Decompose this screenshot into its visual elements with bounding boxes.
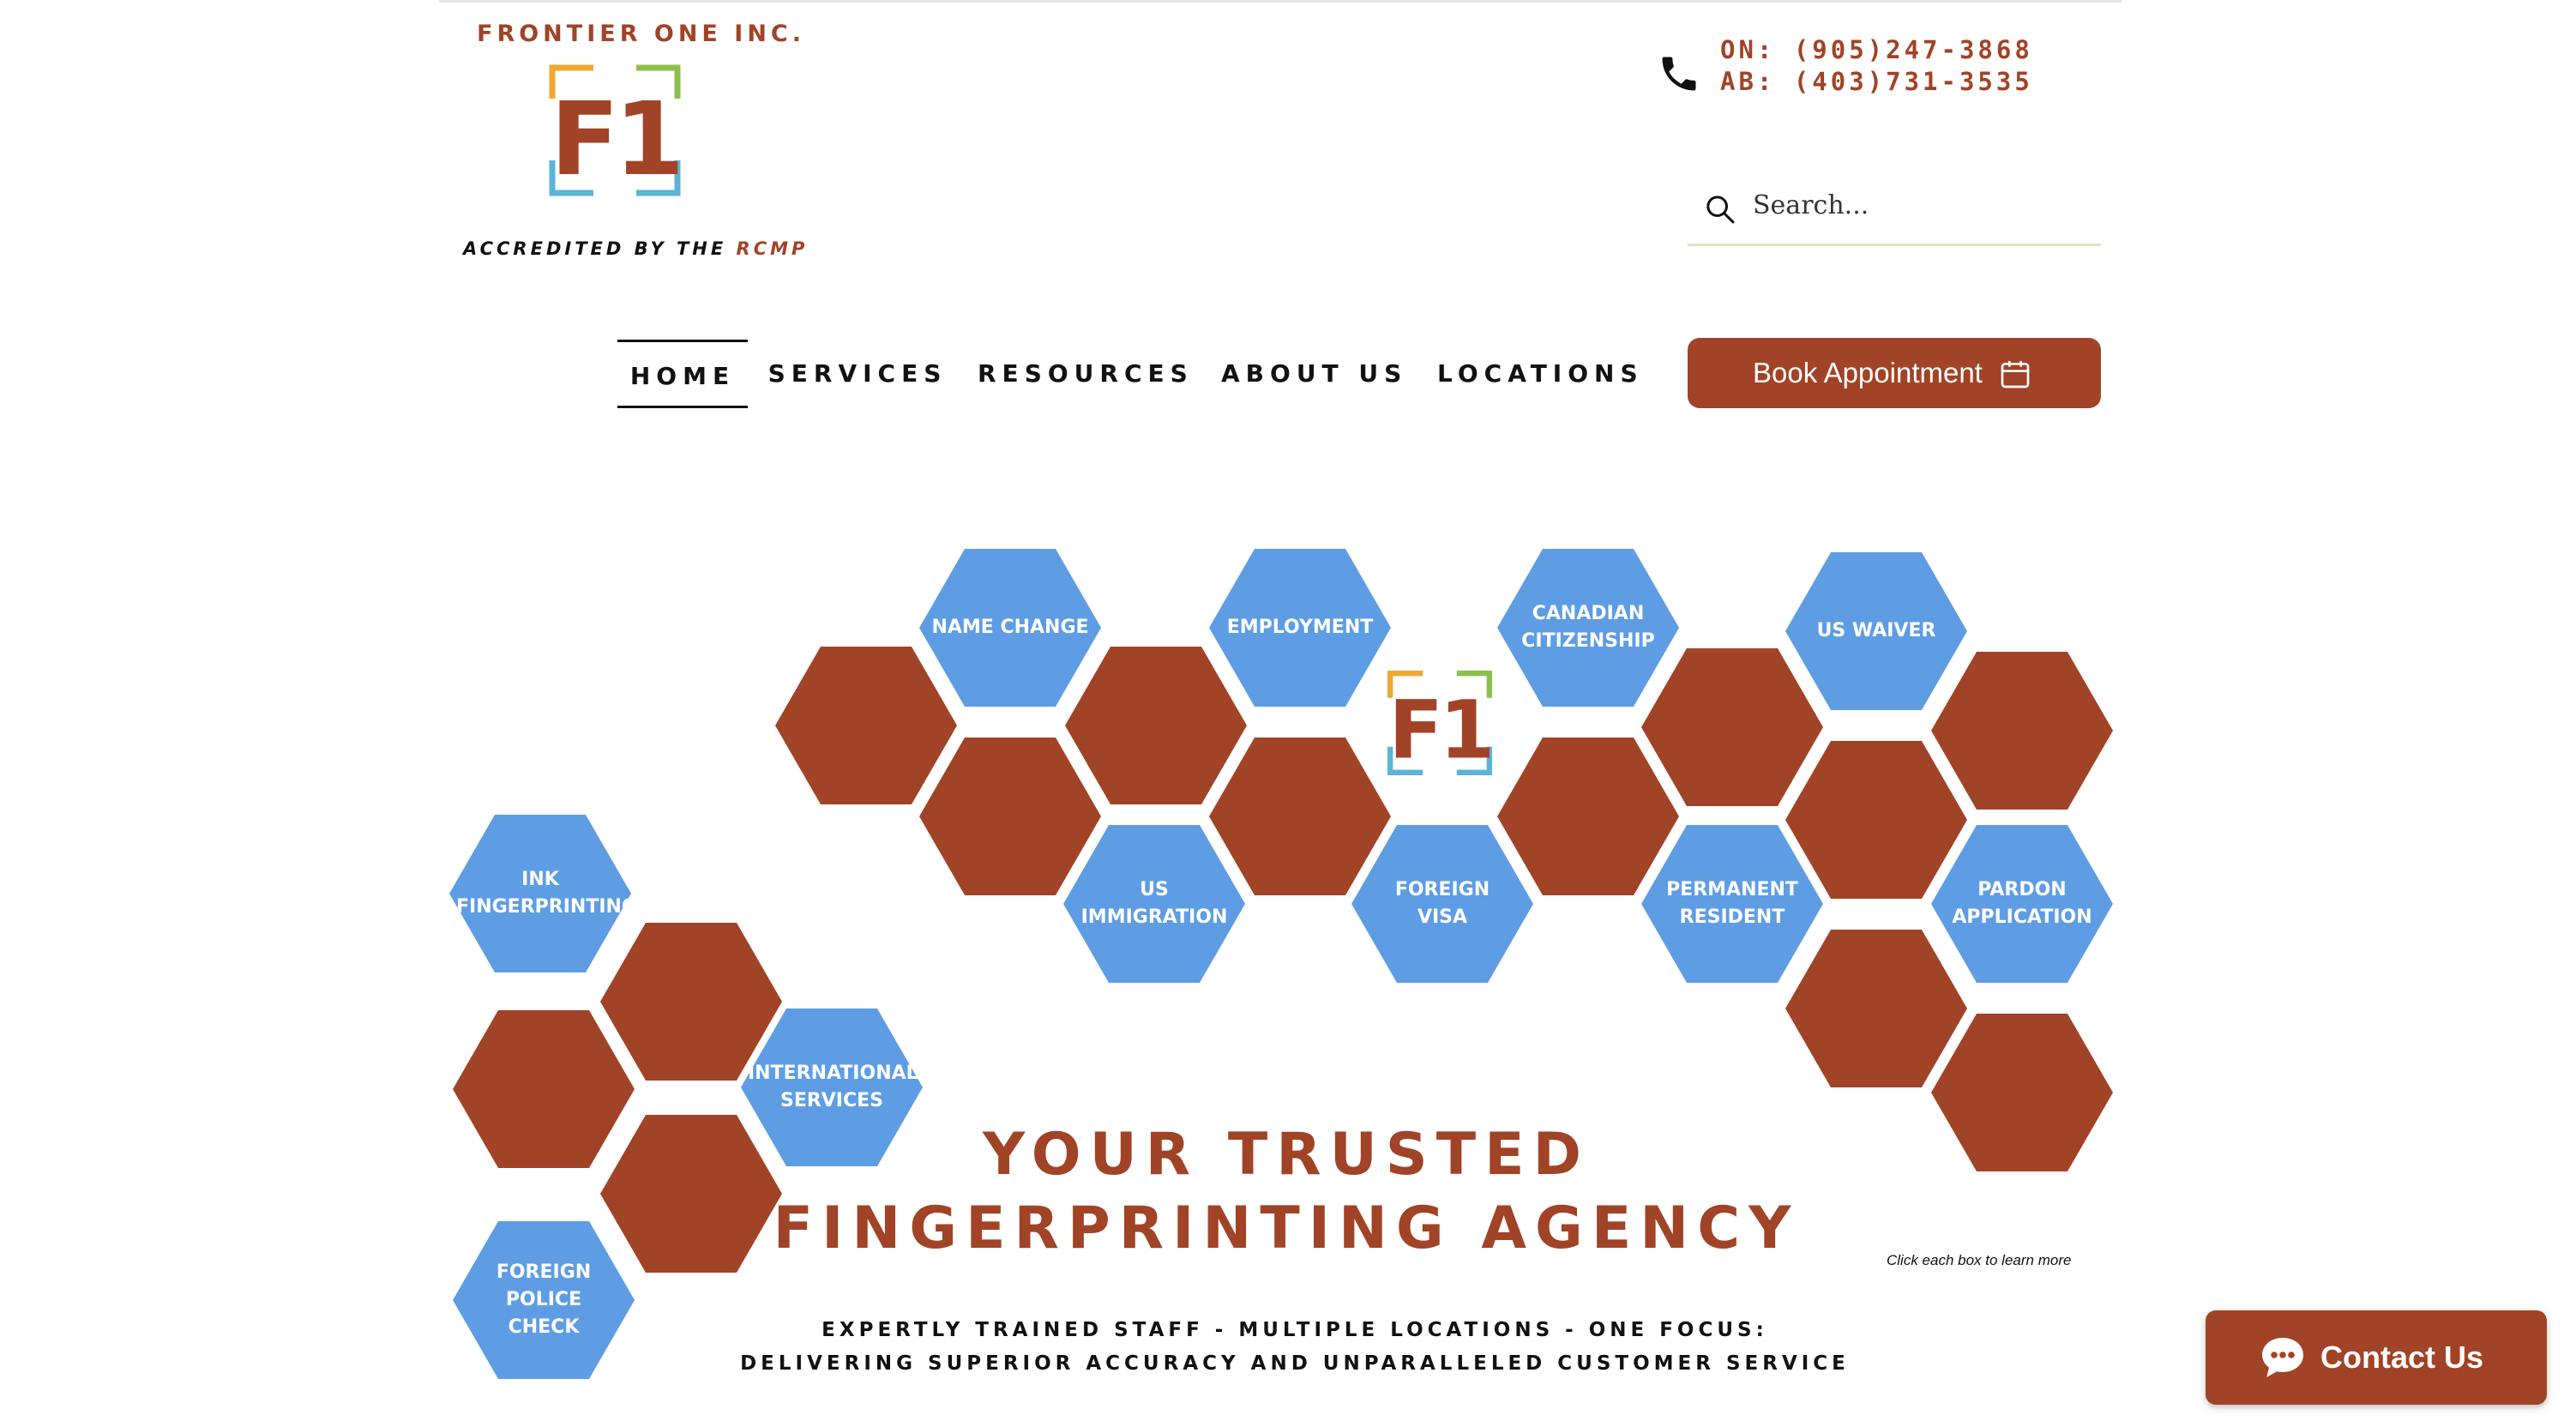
chat-icon [2262,1338,2303,1377]
hex-permanent-resident[interactable]: PERMANENT RESIDENT [1641,825,1823,983]
nav-services[interactable]: SERVICES [767,340,948,408]
accreditation-note: ACCREDITED BY THE RCMP [463,238,808,259]
hex-filler [1785,741,1967,899]
calendar-icon [2001,361,2030,388]
logo-text-center: F1 [1388,683,1490,775]
hex-filler [600,923,782,1081]
page: FRONTIER ONE INC. F1 ACCREDITED BY THE R… [0,0,2576,1427]
hex-us-immigration[interactable]: US IMMIGRATION [1063,825,1245,983]
hex-foreign-visa-label: FOREIGN VISA [1394,879,1490,928]
hex-employment-label: EMPLOYMENT [1226,617,1374,638]
hex-foreign-police-check[interactable]: FOREIGN POLICE CHECK [453,1221,635,1379]
search-input[interactable]: Search... [1753,190,1869,220]
contact-us-label: Contact Us [2320,1340,2484,1375]
nav-resources[interactable]: RESOURCES [978,340,1188,408]
hex-foreign-visa[interactable]: FOREIGN VISA [1351,825,1533,983]
hex-employment[interactable]: EMPLOYMENT [1209,549,1391,707]
phone-alberta[interactable]: AB: (403)731-3535 [1720,66,2033,98]
hex-filler [1209,738,1391,895]
hero-tagline: EXPERTLY TRAINED STAFF - MULTIPLE LOCATI… [737,1314,1852,1381]
hero-tagline-line-2: DELIVERING SUPERIOR ACCURACY AND UNPARAL… [740,1352,1850,1375]
hex-filler [775,647,957,804]
nav-home[interactable]: HOME [617,340,748,408]
logo-text: F1 [551,80,680,196]
hex-name-change[interactable]: NAME CHANGE [919,549,1101,707]
search-bar[interactable]: Search... [1688,177,2101,246]
book-appointment-button[interactable]: Book Appointment [1688,338,2101,408]
contact-us-button[interactable]: Contact Us [2206,1310,2547,1405]
hex-filler [1785,930,1967,1087]
phone-ontario[interactable]: ON: (905)247-3868 [1720,34,2033,66]
hex-filler [600,1115,782,1273]
nav-locations[interactable]: LOCATIONS [1437,340,1638,408]
hero-headline-line-1: YOUR TRUSTED [982,1121,1591,1189]
accredited-org: RCMP [736,238,809,259]
hex-filler [453,1010,635,1168]
hex-canadian-citizenship-label: CANADIAN CITIZENSHIP [1521,603,1655,652]
hex-pardon-application[interactable]: PARDON APPLICATION [1931,825,2113,983]
book-appointment-label: Book Appointment [1753,357,1983,388]
f1-logo-center: F1 [1387,671,1492,775]
accredited-prefix: ACCREDITED BY THE [463,238,737,259]
hex-ink-fingerprinting[interactable]: INK FINGERPRINTING [449,815,631,972]
phone-numbers: ON: (905)247-3868 AB: (403)731-3535 [1720,34,2033,98]
hex-name-change-label: NAME CHANGE [931,617,1089,638]
hex-filler [1497,738,1679,895]
top-divider [439,0,2122,3]
hex-us-waiver[interactable]: US WAIVER [1785,552,1967,710]
hex-ink-fingerprinting-label: INK FINGERPRINTING [456,869,637,918]
click-note: Click each box to learn more [1887,1252,2072,1268]
hero-tagline-line-1: EXPERTLY TRAINED STAFF - MULTIPLE LOCATI… [822,1319,1768,1341]
brand-name[interactable]: FRONTIER ONE INC. [477,21,805,47]
hex-filler [1065,647,1247,804]
hex-pardon-application-label: PARDON APPLICATION [1952,879,2092,928]
phone-icon [1662,57,1696,91]
hex-us-immigration-label: US IMMIGRATION [1080,879,1228,928]
hex-foreign-police-check-label: FOREIGN POLICE CHECK [496,1261,592,1338]
nav-about-us[interactable]: ABOUT US [1221,340,1401,408]
hex-filler [919,738,1101,895]
hero-headline-line-2: FINGERPRINTING AGENCY [773,1195,1800,1262]
search-icon [1706,196,1735,224]
hex-permanent-resident-label: PERMANENT RESIDENT [1666,879,1798,928]
hex-canadian-citizenship[interactable]: CANADIAN CITIZENSHIP [1497,549,1679,707]
hex-filler [1931,652,2113,810]
hero-headline: YOUR TRUSTED FINGERPRINTING AGENCY [772,1118,1801,1266]
f1-logo[interactable]: F1 [549,64,681,196]
hex-international-services-label: INTERNATIONAL SERVICES [748,1063,918,1111]
hex-filler [1931,1014,2113,1171]
hex-us-waiver-label: US WAIVER [1816,620,1936,641]
hex-filler [1641,648,1823,806]
